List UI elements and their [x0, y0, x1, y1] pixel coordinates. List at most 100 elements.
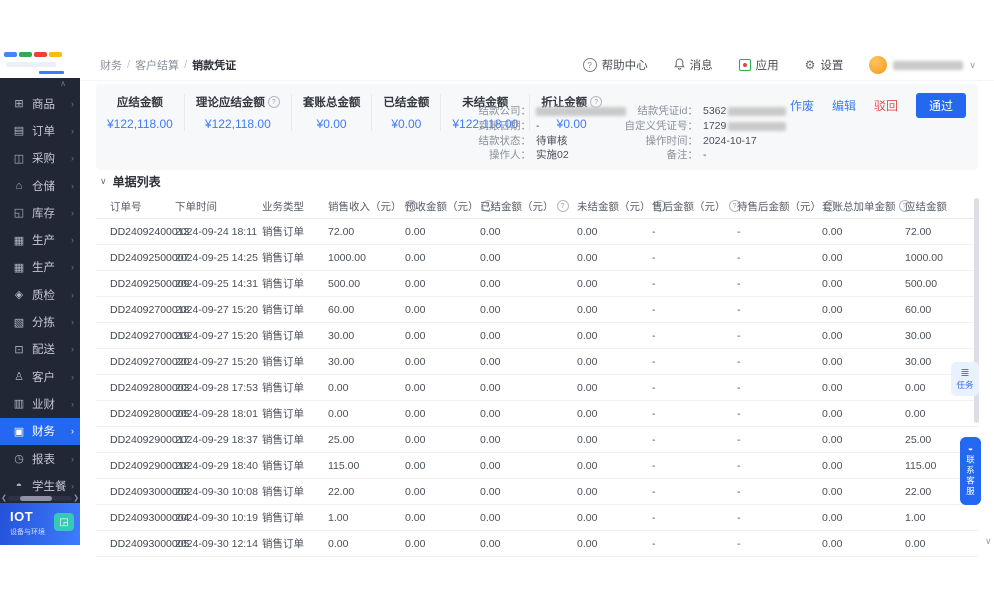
customer-service-label: 联系客服: [965, 455, 976, 497]
table-row[interactable]: DD24092900017 2024-09-29 18:37 销售订单 25.00 0.…: [96, 427, 978, 453]
sidebar-item-质检[interactable]: ◈ 质检 ›: [0, 281, 80, 308]
column-header-下单时间[interactable]: 下单时间: [175, 199, 262, 214]
info-label: 操作时间：: [645, 134, 699, 147]
sidebar-item-生产-5[interactable]: ▦ 生产 ›: [0, 226, 80, 253]
info-value-text: 待审核: [536, 134, 568, 147]
sidebar-item-订单[interactable]: ▤ 订单 ›: [0, 117, 80, 144]
sidebar-item-库存[interactable]: ◱ 库存 ›: [0, 199, 80, 226]
scrollbar-thumb[interactable]: [20, 495, 52, 501]
logo-color-dashes: [4, 52, 74, 57]
table-cell: 0.00: [822, 407, 843, 420]
action-link-编辑[interactable]: 编辑: [832, 97, 856, 114]
table-row[interactable]: DD24092800003 2024-09-28 17:53 销售订单 0.00 0.0…: [96, 375, 978, 401]
table-cell: 0.00: [405, 355, 426, 368]
topbar: 财务 / 客户结算 / 销款凭证 ? 帮助中心 消息 应用 ⚙ 设置 ∨: [80, 50, 994, 81]
student-meal-icon: ◓: [15, 479, 23, 492]
table-cell: -: [652, 485, 656, 498]
breadcrumb-item[interactable]: 客户结算: [135, 57, 179, 73]
table-cell: 0.00: [822, 459, 843, 472]
column-header-销售收入（元）[interactable]: 销售收入（元）?: [328, 199, 417, 214]
table-cell: 0.00: [480, 407, 501, 420]
metric-value: ¥0.00: [316, 117, 347, 131]
table-row[interactable]: DD24093000003 2024-09-30 10:08 销售订单 22.00 0.…: [96, 479, 978, 505]
sidebar-item-仓储[interactable]: ⌂ 仓储 ›: [0, 172, 80, 199]
document-list-section-header[interactable]: ∨ 单据列表: [100, 173, 161, 190]
breadcrumb: 财务 / 客户结算 / 销款凭证: [80, 57, 236, 73]
section-title: 单据列表: [112, 175, 161, 189]
table-row[interactable]: DD24092800005 2024-09-28 18:01 销售订单 0.00 0.0…: [96, 401, 978, 427]
metric-label-text: 理论应结金额: [195, 97, 265, 109]
table-cell: -: [652, 303, 656, 316]
redacted-text: [893, 60, 964, 70]
table-row[interactable]: DD24092700020 2024-09-27 15:20 销售订单 30.00 0.…: [96, 349, 978, 375]
warehouse-icon: ⌂: [15, 179, 23, 192]
table-cell: 1.00: [905, 511, 926, 524]
info-label: 结款状态：: [478, 134, 532, 147]
customer-service-widget[interactable]: ◒ 联系客服: [960, 437, 981, 505]
table-cell: -: [737, 381, 741, 394]
column-header-预收金额（元）[interactable]: 预收金额（元）?: [405, 199, 494, 214]
reject-link[interactable]: 驳回: [874, 97, 898, 114]
info-value: -: [703, 148, 707, 163]
column-header-待售后金额（元）[interactable]: 待售后金额（元）?: [737, 199, 836, 214]
sidebar-item-客户[interactable]: ♙ 客户 ›: [0, 363, 80, 390]
task-widget[interactable]: ≣ 任务: [951, 362, 979, 396]
table-row[interactable]: DD24093000004 2024-09-30 10:19 销售订单 1.00 0.0…: [96, 505, 978, 531]
table-cell: -: [652, 459, 656, 472]
topmenu-item-消息[interactable]: 消息: [673, 57, 713, 73]
column-header-订单号[interactable]: 订单号: [110, 199, 175, 214]
sidebar-scroll-up-icon[interactable]: ∧: [60, 79, 66, 88]
column-header-套账总加单金额[interactable]: 套账总加单金额?: [822, 199, 911, 214]
chevron-right-icon: ›: [71, 235, 74, 246]
scroll-left-icon[interactable]: ❮: [0, 494, 8, 502]
sidebar-item-业财[interactable]: ▥ 业财 ›: [0, 390, 80, 417]
sidebar-item-分拣[interactable]: ▧ 分拣 ›: [0, 308, 80, 335]
topmenu-item-帮助中心[interactable]: ? 帮助中心: [582, 57, 648, 73]
info-icon[interactable]: ?: [267, 96, 280, 108]
sidebar-item-财务[interactable]: ▣ 财务 ›: [0, 417, 80, 445]
topmenu-item-设置[interactable]: ⚙ 设置: [805, 57, 844, 73]
topmenu-item-应用[interactable]: 应用: [738, 57, 779, 73]
approve-button[interactable]: 通过: [915, 93, 966, 118]
action-link-作废[interactable]: 作废: [790, 97, 814, 114]
breadcrumb-item[interactable]: 财务: [100, 57, 122, 73]
column-header-业务类型[interactable]: 业务类型: [262, 199, 328, 214]
sidebar-horizontal-scrollbar[interactable]: ❮ ❯: [0, 494, 80, 502]
user-menu[interactable]: ∨: [869, 56, 976, 74]
sidebar-item-生产-6[interactable]: ▦ 生产 ›: [0, 254, 80, 281]
iot-banner[interactable]: IOT 设备与环境 ◲: [0, 503, 80, 545]
table-cell: 30.00: [905, 329, 932, 342]
table-row[interactable]: DD24093000005 2024-09-30 12:14 销售订单 0.00 0.0…: [96, 531, 978, 557]
table-cell: 0.00: [822, 485, 843, 498]
sidebar-item-商品[interactable]: ⊞ 商品 ›: [0, 90, 80, 117]
column-header-售后金额（元）[interactable]: 售后金额（元）?: [652, 199, 741, 214]
scrollbar-track[interactable]: [8, 495, 72, 501]
info-label: 结款公司：: [478, 105, 532, 117]
table-cell: -: [737, 251, 741, 264]
collapse-chevron-icon[interactable]: ∨: [100, 176, 107, 187]
table-row[interactable]: DD24092900018 2024-09-29 18:40 销售订单 115.00 0…: [96, 453, 978, 479]
sidebar-item-label: 采购: [32, 153, 55, 166]
scroll-right-icon[interactable]: ❯: [72, 494, 80, 502]
table-cell: -: [652, 251, 656, 264]
sidebar-item-采购[interactable]: ◫ 采购 ›: [0, 145, 80, 172]
purchase-icon: ◫: [13, 152, 25, 165]
table-cell: 0.00: [480, 355, 501, 368]
table-row[interactable]: DD24092500009 2024-09-25 14:31 销售订单 500.00 0…: [96, 271, 978, 297]
table-row[interactable]: DD24092400013 2024-09-24 18:11 销售订单 72.00 0.…: [96, 219, 978, 245]
page-scroll-down-icon[interactable]: ∨: [985, 536, 992, 547]
column-header-已结金额（元）[interactable]: 已结金额（元）?: [480, 199, 577, 214]
column-header-未结金额（元）[interactable]: 未结金额（元）?: [577, 199, 666, 214]
table-row[interactable]: DD24092700018 2024-09-27 15:20 销售订单 60.00 0.…: [96, 297, 978, 323]
column-header-应结金额[interactable]: 应结金额: [905, 199, 978, 214]
table-row[interactable]: DD24092500007 2024-09-25 14:25 销售订单 1000.00…: [96, 245, 978, 271]
table-row[interactable]: DD24092700019 2024-09-27 15:20 销售订单 30.00 0.…: [96, 323, 978, 349]
sidebar-item-报表[interactable]: ◷ 报表 ›: [0, 445, 80, 472]
sidebar-item-配送[interactable]: ⊡ 配送 ›: [0, 336, 80, 363]
topmenu-label: 设置: [820, 60, 844, 72]
table-cell: 0.00: [577, 459, 598, 472]
info-icon[interactable]: ?: [556, 200, 569, 212]
inventory-icon: ◱: [13, 207, 25, 220]
table-cell: 22.00: [328, 485, 355, 498]
table-cell: -: [652, 511, 656, 524]
